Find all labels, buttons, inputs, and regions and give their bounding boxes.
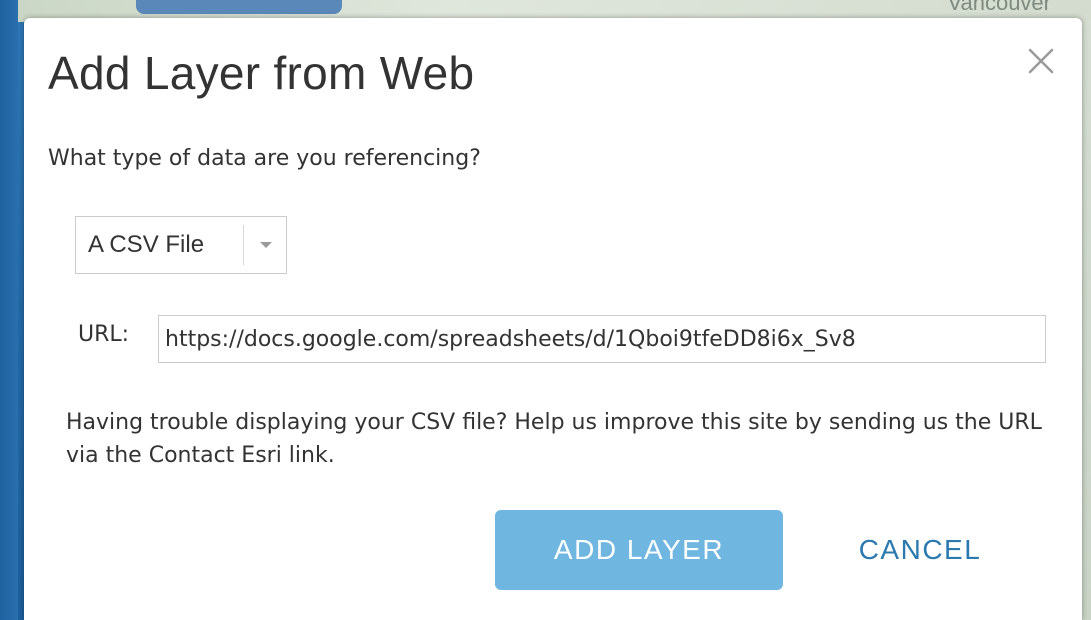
- map-city-label: Vancouver: [947, 0, 1051, 15]
- screen: Vancouver Add Layer from Web What type o…: [0, 0, 1091, 620]
- cancel-button[interactable]: CANCEL: [830, 510, 1010, 590]
- close-button[interactable]: [1024, 44, 1058, 78]
- data-type-select[interactable]: A CSV File: [75, 216, 287, 274]
- url-input[interactable]: [158, 315, 1046, 363]
- help-text: Having trouble displaying your CSV file?…: [66, 410, 1042, 468]
- select-divider: [243, 225, 244, 265]
- dialog-title: Add Layer from Web: [48, 47, 475, 99]
- add-layer-button[interactable]: ADD LAYER: [495, 510, 783, 590]
- close-icon: [1028, 48, 1054, 74]
- data-type-selected-value: A CSV File: [88, 231, 205, 258]
- data-type-question: What type of data are you referencing?: [48, 146, 481, 171]
- map-left-edge: [0, 0, 18, 620]
- add-layer-dialog: Add Layer from Web What type of data are…: [24, 18, 1082, 620]
- url-label: URL:: [78, 322, 130, 347]
- map-toolbar-pill: [136, 0, 342, 14]
- chevron-down-icon: [260, 242, 272, 248]
